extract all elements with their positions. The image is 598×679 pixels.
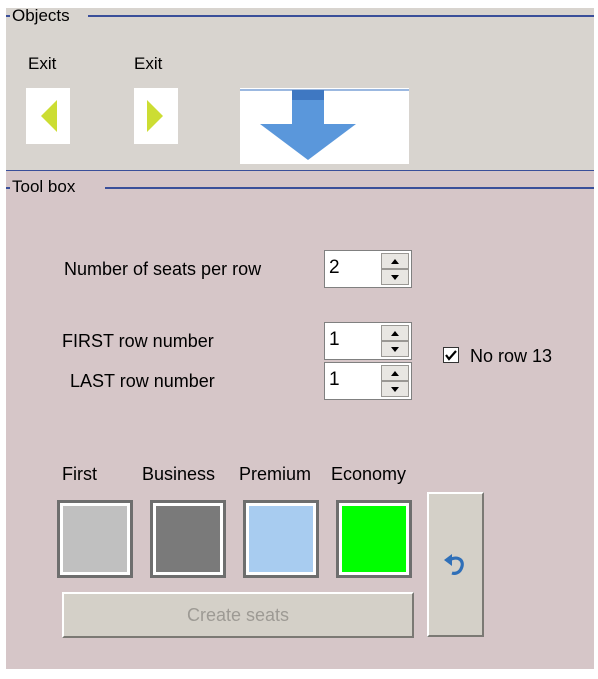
color-swatch-premium xyxy=(249,506,313,572)
toolbox-group-title: Tool box xyxy=(12,177,76,196)
exit-left-object[interactable] xyxy=(26,88,70,144)
color-swatch-economy xyxy=(342,506,406,572)
first-row-down-button[interactable] xyxy=(381,341,409,357)
checkmark-icon xyxy=(445,350,457,361)
chevron-down-icon xyxy=(391,347,399,352)
color-well-first[interactable] xyxy=(57,500,133,578)
no-row-13-label: No row 13 xyxy=(470,346,553,366)
last-row-label: LAST row number xyxy=(70,371,215,391)
undo-icon xyxy=(444,554,464,575)
seats-per-row-stepper[interactable]: 2 xyxy=(324,250,412,288)
chevron-up-icon xyxy=(391,331,399,336)
seats-per-row-label: Number of seats per row xyxy=(64,259,262,279)
class-label-economy: Economy xyxy=(331,464,407,484)
seats-per-row-value[interactable]: 2 xyxy=(329,257,340,279)
last-row-value[interactable]: 1 xyxy=(329,369,340,391)
last-row-stepper[interactable]: 1 xyxy=(324,362,412,400)
first-row-value[interactable]: 1 xyxy=(329,329,340,351)
chevron-up-icon xyxy=(391,259,399,264)
down-arrow-object[interactable] xyxy=(240,88,409,164)
class-label-business: Business xyxy=(142,464,216,484)
color-well-business[interactable] xyxy=(150,500,226,578)
last-row-up-button[interactable] xyxy=(381,365,409,381)
color-well-premium[interactable] xyxy=(243,500,319,578)
objects-group-line-right xyxy=(88,15,594,17)
class-label-first: First xyxy=(62,464,97,484)
objects-group-line-left xyxy=(6,15,10,17)
first-row-stepper[interactable]: 1 xyxy=(324,322,412,360)
objects-group-title: Objects xyxy=(12,6,70,25)
first-row-up-button[interactable] xyxy=(381,325,409,341)
exit-left-label: Exit xyxy=(28,54,57,73)
no-row-13-checkbox[interactable] xyxy=(443,347,459,363)
exit-right-label: Exit xyxy=(134,54,163,73)
first-row-label: FIRST row number xyxy=(62,331,214,351)
undo-button[interactable] xyxy=(427,492,484,637)
seats-per-row-up-button[interactable] xyxy=(381,253,409,269)
exit-right-object[interactable] xyxy=(134,88,178,144)
arrow-down-icon xyxy=(240,89,409,160)
chevron-up-icon xyxy=(391,371,399,376)
seats-per-row-down-button[interactable] xyxy=(381,269,409,285)
color-swatch-business xyxy=(156,506,220,572)
arrow-right-icon xyxy=(147,100,163,132)
color-swatch-first xyxy=(63,506,127,572)
toolbox-group-line-left xyxy=(6,187,10,189)
color-well-economy[interactable] xyxy=(336,500,412,578)
arrow-left-icon xyxy=(41,100,57,132)
chevron-down-icon xyxy=(391,387,399,392)
class-label-premium: Premium xyxy=(239,464,312,484)
last-row-down-button[interactable] xyxy=(381,381,409,397)
toolbox-group-line-right xyxy=(105,187,594,189)
chevron-down-icon xyxy=(391,275,399,280)
create-seats-button[interactable]: Create seats xyxy=(62,592,414,638)
